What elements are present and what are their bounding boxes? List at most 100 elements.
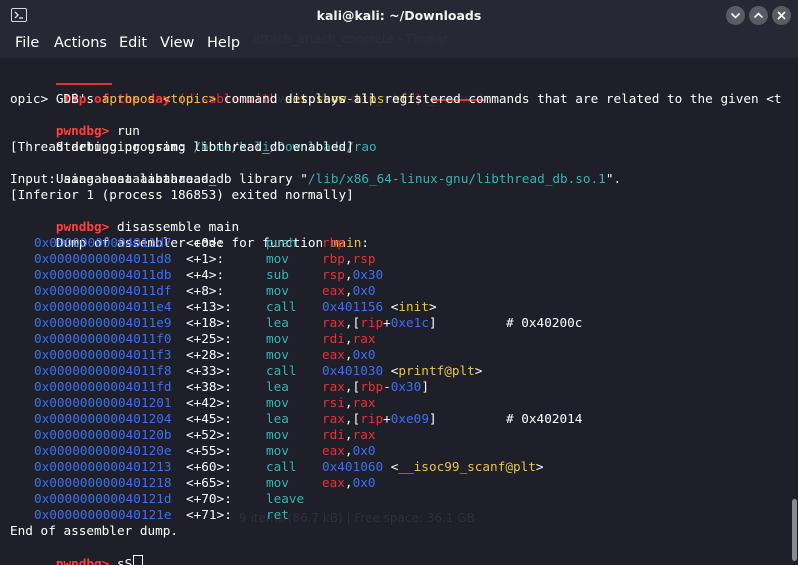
operand-token: rax (322, 315, 345, 330)
operand-token: ] (428, 411, 437, 426)
instruction-mnemonic: mov (266, 443, 289, 458)
operand-token: rax (322, 411, 345, 426)
operand-token: printf@plt (398, 363, 475, 378)
tip-text-e: command displays all registered commands… (216, 91, 782, 106)
operand-token: + (383, 411, 391, 426)
instruction-mnemonic: mov (266, 251, 289, 266)
instruction-mnemonic: ret (266, 507, 289, 522)
instruction-address: 0x00000000004011f0 (34, 331, 172, 346)
terminal-output[interactable]: attach_attach_concrete - Thunar ... Down… (0, 32, 790, 565)
operand-token: init (398, 299, 429, 314)
menu-edit[interactable]: Edit (119, 35, 147, 51)
operand-token: < (383, 299, 399, 314)
instruction-address: 0x00000000004011d7 (34, 235, 172, 250)
scrollbar-thumb[interactable] (792, 499, 797, 561)
dump-colon: : (361, 235, 370, 250)
operand-token: eax (322, 347, 345, 362)
instruction-address: 0x000000000040120b (34, 427, 172, 442)
operand-token: , (344, 283, 353, 298)
menu-file[interactable]: File (15, 35, 39, 51)
operand-token: < (383, 363, 399, 378)
instruction-mnemonic: mov (266, 427, 289, 442)
operand-token: , (344, 331, 353, 346)
instruction-operands: rbp (322, 235, 345, 251)
tip-arg: <topic> (162, 91, 217, 106)
operand-token: rax (352, 427, 376, 442)
operand-token: ,[ (344, 315, 361, 330)
operand-token: , (344, 347, 353, 362)
menu-help[interactable]: Help (207, 35, 240, 51)
title-bar[interactable]: kali@kali: ~/Downloads (0, 0, 798, 32)
instruction-operands: rax,[rip+0xe09] (322, 411, 437, 427)
instruction-operands: eax,0x0 (322, 283, 375, 299)
operand-token: - (383, 379, 391, 394)
operand-token: ] (428, 315, 437, 330)
command-input[interactable]: sS (109, 556, 132, 565)
operand-token: rax (352, 395, 376, 410)
instruction-offset: <+45>: (186, 411, 232, 426)
operand-token: rbp (360, 379, 384, 394)
operand-token: > (474, 363, 483, 378)
instruction-address: 0x0000000000401201 (34, 395, 172, 410)
operand-token: rax (352, 331, 376, 346)
operand-token: eax (322, 283, 345, 298)
menu-view[interactable]: View (160, 35, 194, 51)
instruction-offset: <+65>: (186, 475, 232, 490)
instruction-address: 0x0000000000401213 (34, 459, 172, 474)
instruction-offset: <+42>: (186, 395, 232, 410)
operand-token: 0x401060 (322, 459, 384, 474)
terminal-window: kali@kali: ~/Downloads File Actions Edit… (0, 0, 798, 565)
instruction-address: 0x00000000004011fd (34, 379, 172, 394)
background-window-title: attach_attach_concrete - Thunar (253, 32, 449, 46)
tip-text: GDB's apropos <topic> command displays a… (10, 75, 782, 106)
instruction-mnemonic: leave (266, 491, 305, 506)
operand-token: 0x30 (390, 379, 422, 394)
close-button[interactable] (772, 6, 791, 25)
close-icon (777, 11, 786, 20)
instruction-offset: <+38>: (186, 379, 232, 394)
window-title: kali@kali: ~/Downloads (316, 8, 482, 23)
instruction-offset: <+0>: (186, 235, 225, 250)
instruction-operands: rdi,rax (322, 331, 375, 347)
operand-token: 0x30 (352, 267, 384, 282)
instruction-address: 0x00000000004011db (34, 267, 172, 282)
operand-token: , (344, 427, 353, 442)
instruction-operands: rsi,rax (322, 395, 375, 411)
instruction-offset: <+55>: (186, 443, 232, 458)
command-line[interactable]: pwndbg> sS (10, 539, 144, 565)
operand-token: rbp (322, 235, 345, 250)
text-cursor (133, 555, 144, 565)
instruction-operands: rdi,rax (322, 427, 375, 443)
instruction-offset: <+13>: (186, 299, 232, 314)
operand-token: 0x0 (352, 347, 376, 362)
scrollbar[interactable] (790, 58, 798, 565)
command-line: pwndbg> disassemble main (10, 203, 239, 234)
instruction-mnemonic: push (266, 235, 297, 250)
menu-actions[interactable]: Actions (54, 35, 107, 51)
host-lib-path: /lib/x86_64-linux-gnu/libthread_db.so.1 (307, 171, 606, 186)
instruction-address: 0x00000000004011e9 (34, 315, 172, 330)
operand-token: 0xe09 (390, 411, 429, 426)
instruction-operands: rax,[rbp-0x30] (322, 379, 429, 395)
instruction-offset: <+18>: (186, 315, 232, 330)
operand-token: , (344, 443, 353, 458)
instruction-mnemonic: call (266, 459, 297, 474)
instruction-address: 0x0000000000401204 (34, 411, 172, 426)
minimize-button[interactable] (726, 6, 745, 25)
instruction-offset: <+25>: (186, 331, 232, 346)
instruction-operands: 0x401156 <init> (322, 299, 437, 315)
instruction-operands: rax,[rip+0xe1c] (322, 315, 437, 331)
instruction-operands: 0x401030 <printf@plt> (322, 363, 482, 379)
thread-debug-line: [Thread debugging using libthread_db ena… (10, 139, 354, 154)
instruction-mnemonic: mov (266, 395, 289, 410)
instruction-mnemonic: mov (266, 331, 289, 346)
operand-token: rsp (322, 267, 345, 282)
maximize-button[interactable] (749, 6, 768, 25)
operand-token: , (344, 267, 353, 282)
instruction-operands: rbp,rsp (322, 251, 375, 267)
operand-token: rdi (322, 427, 345, 442)
operand-token: ,[ (344, 379, 361, 394)
operand-token: 0x0 (352, 475, 376, 490)
instruction-offset: <+33>: (186, 363, 232, 378)
instruction-mnemonic: mov (266, 283, 289, 298)
